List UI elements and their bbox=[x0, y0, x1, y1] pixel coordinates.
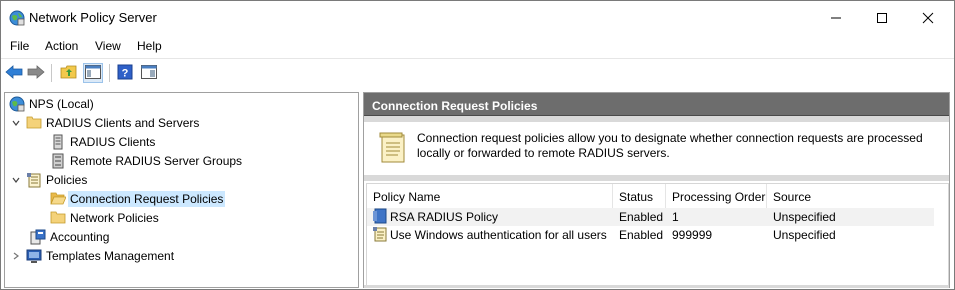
divider bbox=[364, 175, 949, 181]
chevron-right-icon[interactable] bbox=[10, 250, 22, 262]
cell-processing-order: 999999 bbox=[672, 228, 713, 242]
pane-title: Connection Request Policies bbox=[364, 93, 949, 116]
cell-source: Unspecified bbox=[773, 228, 836, 242]
column-header-source[interactable]: Source bbox=[767, 184, 935, 208]
table-row[interactable]: Use Windows authentication for all users… bbox=[367, 226, 934, 244]
menu-view[interactable]: View bbox=[95, 39, 121, 53]
minimize-button[interactable] bbox=[813, 1, 859, 35]
tree-label: Network Policies bbox=[70, 211, 159, 225]
app-window: Network Policy Server File Action View H… bbox=[0, 0, 955, 290]
tree-label: Policies bbox=[46, 173, 88, 187]
policy-list[interactable]: Policy Name Status Processing Order Sour… bbox=[366, 183, 949, 287]
console-tree[interactable]: NPS (Local) RADIUS Clients and Servers R… bbox=[4, 92, 359, 288]
description-text: Connection request policies allow you to… bbox=[417, 131, 923, 160]
cell-status: Enabled bbox=[619, 210, 664, 224]
action-pane-icon bbox=[141, 64, 157, 82]
forward-button[interactable] bbox=[26, 63, 46, 83]
tree-item-templates-management[interactable]: Templates Management bbox=[10, 247, 174, 265]
tree-item-policies[interactable]: Policies bbox=[10, 171, 87, 189]
policy-blue-icon bbox=[372, 208, 388, 224]
tree-label: RADIUS Clients and Servers bbox=[46, 116, 200, 130]
action-pane-button[interactable] bbox=[139, 63, 159, 83]
tree-label: Accounting bbox=[50, 230, 110, 244]
tree-label: RADIUS Clients bbox=[70, 135, 156, 149]
templates-icon bbox=[26, 248, 42, 264]
divider bbox=[364, 285, 949, 288]
window-title: Network Policy Server bbox=[29, 10, 157, 25]
server-icon bbox=[50, 134, 66, 150]
folder-icon bbox=[50, 210, 66, 226]
tree-label: Connection Request Policies bbox=[68, 191, 226, 207]
up-folder-button[interactable] bbox=[59, 63, 79, 83]
tree-label: Templates Management bbox=[46, 249, 175, 263]
up-folder-icon bbox=[60, 64, 78, 83]
toolbar: ? bbox=[1, 58, 954, 86]
cell-policy-name: RSA RADIUS Policy bbox=[390, 210, 499, 224]
open-folder-icon bbox=[50, 191, 67, 207]
nps-globe-icon bbox=[9, 96, 25, 112]
show-hide-console-tree-icon bbox=[85, 64, 101, 82]
back-button[interactable] bbox=[4, 63, 24, 83]
server-group-icon bbox=[50, 153, 66, 169]
tree-item-accounting[interactable]: Accounting bbox=[30, 228, 109, 246]
column-header-status[interactable]: Status bbox=[613, 184, 666, 208]
nps-globe-icon bbox=[9, 10, 25, 26]
menu-action[interactable]: Action bbox=[45, 39, 78, 53]
table-row[interactable]: RSA RADIUS Policy Enabled 1 Unspecified bbox=[367, 208, 934, 226]
policy-document-icon bbox=[378, 132, 408, 164]
folder-icon bbox=[26, 115, 42, 131]
description-box: Connection request policies allow you to… bbox=[366, 122, 947, 172]
details-pane: Connection Request Policies Connection r… bbox=[363, 92, 950, 288]
tree-item-nps-local[interactable]: NPS (Local) bbox=[9, 95, 94, 113]
policy-document-icon bbox=[372, 226, 388, 242]
accounting-icon bbox=[30, 229, 46, 245]
tree-item-network-policies[interactable]: Network Policies bbox=[50, 209, 159, 227]
back-icon bbox=[5, 64, 23, 82]
menu-file[interactable]: File bbox=[10, 39, 29, 53]
chevron-down-icon[interactable] bbox=[10, 117, 22, 129]
help-button[interactable]: ? bbox=[115, 63, 135, 83]
tree-item-remote-radius-server-groups[interactable]: Remote RADIUS Server Groups bbox=[50, 152, 242, 170]
maximize-button[interactable] bbox=[859, 1, 905, 35]
tree-label: Remote RADIUS Server Groups bbox=[70, 154, 243, 168]
tree-item-radius-clients[interactable]: RADIUS Clients bbox=[50, 133, 155, 151]
menu-bar: File Action View Help bbox=[1, 35, 954, 57]
help-icon: ? bbox=[117, 64, 133, 83]
cell-source: Unspecified bbox=[773, 210, 836, 224]
column-header-processing-order[interactable]: Processing Order bbox=[666, 184, 767, 208]
cell-processing-order: 1 bbox=[672, 210, 679, 224]
toolbar-separator bbox=[109, 64, 110, 82]
cell-status: Enabled bbox=[619, 228, 664, 242]
forward-icon bbox=[27, 64, 45, 82]
cell-policy-name: Use Windows authentication for all users bbox=[390, 228, 607, 242]
column-header-policy-name[interactable]: Policy Name bbox=[367, 184, 613, 208]
policies-scroll-icon bbox=[26, 172, 42, 188]
toolbar-separator bbox=[51, 64, 52, 82]
tree-item-radius-clients-and-servers[interactable]: RADIUS Clients and Servers bbox=[10, 114, 199, 132]
chevron-down-icon[interactable] bbox=[10, 174, 22, 186]
title-bar[interactable]: Network Policy Server bbox=[1, 1, 954, 35]
show-hide-console-tree-button[interactable] bbox=[83, 63, 103, 83]
menu-help[interactable]: Help bbox=[137, 39, 162, 53]
svg-text:?: ? bbox=[122, 67, 129, 79]
tree-item-connection-request-policies[interactable]: Connection Request Policies bbox=[50, 190, 226, 208]
close-button[interactable] bbox=[905, 1, 951, 35]
tree-label: NPS (Local) bbox=[29, 97, 94, 111]
